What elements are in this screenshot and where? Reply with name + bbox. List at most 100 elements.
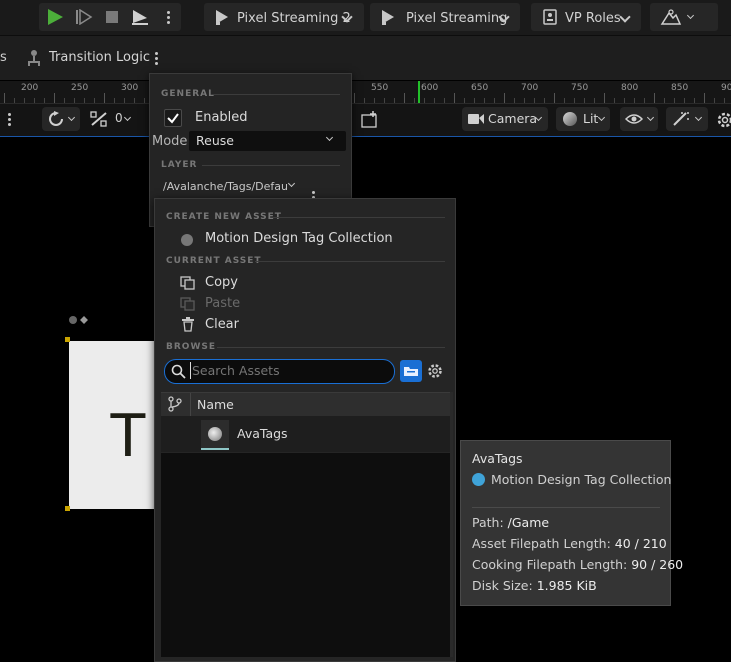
scrollbar[interactable] bbox=[450, 392, 453, 657]
tag-collection-icon bbox=[181, 234, 193, 246]
viewport-options-icon[interactable] bbox=[8, 113, 11, 128]
clear-label: Clear bbox=[205, 317, 239, 332]
ruler-label: 650 bbox=[471, 83, 489, 93]
transition-logic-label[interactable]: Transition Logic bbox=[49, 50, 150, 65]
browse-folder-button[interactable] bbox=[400, 360, 422, 382]
divider bbox=[202, 165, 340, 166]
ruler-tick bbox=[104, 93, 105, 103]
source-control-icon[interactable] bbox=[167, 396, 183, 412]
camera-label: Camera bbox=[488, 111, 538, 126]
ruler-tick bbox=[614, 98, 615, 103]
tooltip-asset-length-row: Asset Filepath Length: 40 / 210 bbox=[472, 536, 667, 551]
ruler-tick bbox=[694, 98, 695, 103]
ruler-tick bbox=[364, 98, 365, 103]
show-dropdown[interactable] bbox=[620, 107, 658, 131]
chevron-down-icon bbox=[123, 113, 132, 122]
scale-snap-button[interactable]: 0 bbox=[86, 107, 132, 131]
vp-roles-icon bbox=[543, 9, 557, 25]
paste-menu-item[interactable]: Paste bbox=[163, 294, 448, 314]
search-input[interactable] bbox=[190, 362, 387, 379]
ruler-tick bbox=[484, 98, 485, 103]
play-icon[interactable] bbox=[46, 8, 64, 26]
divider bbox=[272, 217, 445, 218]
ruler-label: 550 bbox=[371, 83, 389, 93]
ruler-tick bbox=[574, 98, 575, 103]
ruler-tick bbox=[434, 98, 435, 103]
streaming-icon bbox=[382, 10, 394, 25]
snap-value: 0 bbox=[115, 111, 123, 125]
ruler-tick bbox=[554, 93, 555, 103]
playhead[interactable] bbox=[418, 81, 420, 103]
ruler-tick bbox=[474, 98, 475, 103]
ruler-tick bbox=[94, 98, 95, 103]
tooltip-disk-size-row: Disk Size: 1.985 KiB bbox=[472, 578, 597, 593]
enabled-checkbox[interactable] bbox=[164, 109, 182, 127]
pixel-streaming-label: Pixel Streaming bbox=[406, 11, 508, 26]
transition-logic-icon bbox=[28, 50, 40, 66]
pixel-streaming-dropdown[interactable]: Pixel Streaming bbox=[370, 3, 520, 31]
ruler-tick bbox=[24, 98, 25, 103]
asset-row[interactable]: AvaTags bbox=[161, 416, 450, 452]
ruler-tick bbox=[34, 98, 35, 103]
selection-corner bbox=[65, 506, 70, 511]
eject-icon[interactable] bbox=[130, 8, 150, 26]
ruler-tick bbox=[64, 98, 65, 103]
pixel-streaming-2-dropdown[interactable]: Pixel Streaming 2 bbox=[204, 3, 364, 31]
name-column-header[interactable]: Name bbox=[197, 397, 234, 412]
ruler-tick bbox=[384, 98, 385, 103]
cooking-length-value: 90 / 260 bbox=[631, 557, 684, 572]
ruler-label: 700 bbox=[521, 83, 539, 93]
ruler-label: 90 bbox=[721, 83, 731, 93]
step-forward-icon[interactable] bbox=[75, 9, 93, 25]
ruler-tick bbox=[664, 98, 665, 103]
actor-pivot-icon bbox=[69, 316, 77, 324]
ruler-tick bbox=[4, 93, 5, 103]
streaming-icon bbox=[216, 10, 228, 25]
performance-dropdown[interactable] bbox=[666, 107, 708, 131]
text-actor-card[interactable]: T bbox=[69, 341, 159, 509]
more-options-icon[interactable] bbox=[155, 52, 158, 67]
copy-menu-item[interactable]: Copy bbox=[163, 273, 448, 293]
camera-dropdown[interactable]: Camera bbox=[462, 107, 548, 131]
ruler-tick bbox=[624, 98, 625, 103]
add-frame-button[interactable] bbox=[356, 107, 380, 131]
mode-select[interactable]: Reuse bbox=[189, 131, 346, 151]
ruler-tick bbox=[394, 98, 395, 103]
layer-asset-picker[interactable]: /Avalanche/Tags/Defau bbox=[158, 178, 301, 196]
ruler-tick bbox=[454, 93, 455, 103]
clear-menu-item[interactable]: Clear bbox=[163, 315, 448, 335]
play-controls bbox=[39, 3, 181, 31]
ruler-tick bbox=[564, 98, 565, 103]
path-value: /Game bbox=[507, 515, 550, 530]
rotation-snap-button[interactable] bbox=[42, 107, 80, 131]
ruler-tick bbox=[504, 93, 505, 103]
ruler-tick bbox=[524, 98, 525, 103]
browse-header: BROWSE bbox=[166, 342, 216, 352]
divider bbox=[255, 261, 445, 262]
paste-icon bbox=[180, 297, 195, 311]
selection-corner bbox=[65, 337, 70, 342]
disk-size-label: Disk Size: bbox=[472, 578, 533, 593]
view-settings-gear-icon[interactable] bbox=[427, 363, 443, 379]
landscape-icon[interactable] bbox=[660, 8, 682, 26]
card-text: T bbox=[109, 401, 147, 470]
timeline-ruler[interactable]: 200 250 300 550 600 650 700 750 800 850 … bbox=[0, 81, 731, 104]
gear-icon[interactable] bbox=[716, 110, 731, 130]
lit-dropdown[interactable]: Lit bbox=[556, 107, 610, 131]
play-options-icon[interactable] bbox=[167, 11, 170, 26]
stop-icon[interactable] bbox=[106, 11, 118, 23]
ruler-tick bbox=[404, 93, 405, 103]
ruler-label: 800 bbox=[621, 83, 639, 93]
tooltip-type: Motion Design Tag Collection bbox=[491, 472, 672, 487]
divider bbox=[212, 94, 340, 95]
eye-icon bbox=[625, 114, 643, 124]
ruler-label: 850 bbox=[671, 83, 689, 93]
chevron-down-icon bbox=[287, 179, 296, 188]
vp-roles-dropdown[interactable]: VP Roles bbox=[531, 3, 641, 31]
ruler-tick bbox=[74, 98, 75, 103]
ruler-tick bbox=[584, 98, 585, 103]
asset-list-header: Name bbox=[161, 392, 450, 417]
search-assets-field[interactable] bbox=[164, 359, 395, 384]
create-tag-collection-item[interactable]: Motion Design Tag Collection bbox=[163, 229, 448, 251]
layer-path: /Avalanche/Tags/Defau bbox=[163, 180, 288, 193]
